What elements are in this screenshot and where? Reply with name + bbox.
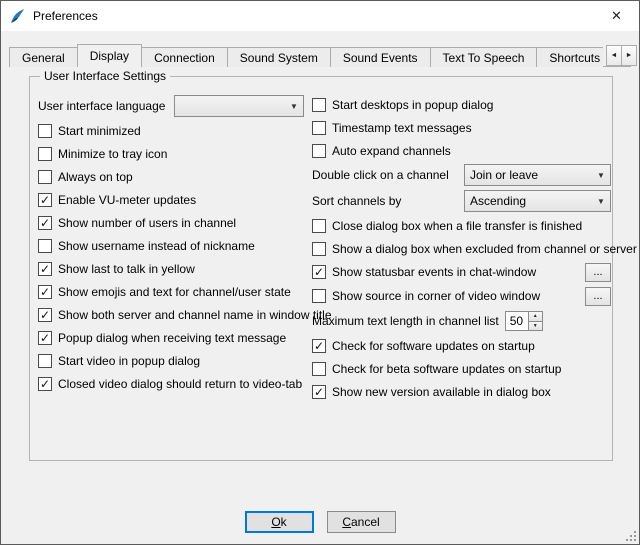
checkbox-box[interactable]: ✓ — [38, 216, 52, 230]
group-title: User Interface Settings — [40, 69, 170, 83]
double-click-row: Double click on a channel Join or leave … — [312, 162, 611, 188]
language-select[interactable]: ▼ — [174, 95, 304, 117]
cancel-button[interactable]: Cancel — [327, 511, 396, 533]
checkbox-video-popup[interactable]: Start video in popup dialog — [38, 349, 304, 372]
checkbox-box[interactable] — [312, 242, 326, 256]
tab-scrollers: ◄ ► — [607, 45, 637, 66]
tab-display[interactable]: Display — [77, 44, 142, 67]
checkbox-box[interactable]: ✓ — [312, 385, 326, 399]
checkbox-box[interactable]: ✓ — [312, 339, 326, 353]
checkbox-box[interactable]: ✓ — [38, 193, 52, 207]
user-interface-settings-group: User Interface Settings User interface l… — [29, 76, 613, 461]
checkbox-timestamp-messages[interactable]: Timestamp text messages — [312, 116, 611, 139]
right-column: Start desktops in popup dialog Timestamp… — [312, 93, 611, 403]
tab-text-to-speech[interactable]: Text To Speech — [430, 47, 538, 67]
checkbox-box[interactable]: ✓ — [38, 308, 52, 322]
checkbox-box[interactable] — [38, 239, 52, 253]
checkbox-dialog-when-excluded[interactable]: Show a dialog box when excluded from cha… — [312, 237, 611, 260]
chevron-down-icon: ▼ — [592, 197, 610, 206]
dialog-footer: Ok Cancel — [1, 511, 639, 533]
checkbox-box[interactable]: ✓ — [38, 377, 52, 391]
checkbox-start-minimized[interactable]: Start minimized — [38, 119, 304, 142]
checkbox-box[interactable] — [38, 147, 52, 161]
checkbox-box[interactable] — [38, 354, 52, 368]
checkbox-always-on-top[interactable]: Always on top — [38, 165, 304, 188]
statusbar-events-row: ✓ Show statusbar events in chat-window .… — [312, 260, 611, 284]
max-text-length-spinner: 50 ▲ ▼ — [505, 311, 543, 331]
left-column: User interface language ▼ Start minimize… — [38, 93, 304, 395]
tab-general[interactable]: General — [9, 47, 78, 67]
checkbox-box[interactable] — [312, 362, 326, 376]
checkbox-emojis-text-state[interactable]: ✓Show emojis and text for channel/user s… — [38, 280, 304, 303]
tab-sound-system[interactable]: Sound System — [227, 47, 331, 67]
checkbox-box[interactable] — [38, 124, 52, 138]
checkbox-popup-text-message[interactable]: ✓Popup dialog when receiving text messag… — [38, 326, 304, 349]
preferences-dialog: Preferences ✕ General Display Connection… — [0, 0, 640, 545]
sort-channels-row: Sort channels by Ascending ▼ — [312, 188, 611, 214]
checkbox-vu-meter[interactable]: ✓Enable VU-meter updates — [38, 188, 304, 211]
titlebar[interactable]: Preferences ✕ — [1, 1, 639, 31]
checkbox-server-channel-in-title[interactable]: ✓Show both server and channel name in wi… — [38, 303, 304, 326]
checkbox-new-version-dialog[interactable]: ✓Show new version available in dialog bo… — [312, 380, 611, 403]
max-text-length-value[interactable]: 50 — [505, 311, 529, 331]
language-label: User interface language — [38, 99, 165, 113]
window-title: Preferences — [33, 9, 98, 23]
checkbox-box[interactable]: ✓ — [38, 331, 52, 345]
resize-grip[interactable] — [624, 529, 637, 542]
checkbox-minimize-to-tray[interactable]: Minimize to tray icon — [38, 142, 304, 165]
checkbox-desktops-popup[interactable]: Start desktops in popup dialog — [312, 93, 611, 116]
double-click-select[interactable]: Join or leave ▼ — [464, 164, 611, 186]
checkbox-box[interactable] — [312, 289, 326, 303]
language-row: User interface language ▼ — [38, 93, 304, 119]
checkbox-close-on-transfer-finished[interactable]: Close dialog box when a file transfer is… — [312, 214, 611, 237]
tab-bar: General Display Connection Sound System … — [9, 44, 603, 67]
checkbox-last-to-talk-yellow[interactable]: ✓Show last to talk in yellow — [38, 257, 304, 280]
video-source-more-button[interactable]: ... — [585, 287, 611, 306]
statusbar-events-more-button[interactable]: ... — [585, 263, 611, 282]
max-text-length-label: Maximum text length in channel list — [312, 314, 499, 328]
double-click-label: Double click on a channel — [312, 168, 449, 182]
ok-button[interactable]: Ok — [245, 511, 314, 533]
tab-scroll-right-icon[interactable]: ► — [621, 45, 637, 66]
checkbox-box[interactable] — [312, 121, 326, 135]
sort-channels-select[interactable]: Ascending ▼ — [464, 190, 611, 212]
tab-shortcuts[interactable]: Shortcuts — [536, 47, 603, 67]
tab-sound-events[interactable]: Sound Events — [330, 47, 431, 67]
checkbox-box[interactable]: ✓ — [38, 285, 52, 299]
tab-connection[interactable]: Connection — [141, 47, 228, 67]
checkbox-check-beta-updates[interactable]: Check for beta software updates on start… — [312, 357, 611, 380]
checkbox-box[interactable] — [312, 219, 326, 233]
checkbox-username-instead-nickname[interactable]: Show username instead of nickname — [38, 234, 304, 257]
checkbox-box[interactable]: ✓ — [38, 262, 52, 276]
video-source-row: Show source in corner of video window ..… — [312, 284, 611, 308]
sort-channels-label: Sort channels by — [312, 194, 401, 208]
chevron-down-icon: ▼ — [285, 102, 303, 111]
checkbox-closed-video-return[interactable]: ✓Closed video dialog should return to vi… — [38, 372, 304, 395]
spin-down-icon[interactable]: ▼ — [528, 321, 543, 332]
tab-scroll-left-icon[interactable]: ◄ — [606, 45, 622, 66]
app-logo-icon — [9, 8, 26, 25]
chevron-down-icon: ▼ — [592, 171, 610, 180]
checkbox-check-updates[interactable]: ✓Check for software updates on startup — [312, 334, 611, 357]
checkbox-user-count[interactable]: ✓Show number of users in channel — [38, 211, 304, 234]
checkbox-box[interactable]: ✓ — [312, 265, 326, 279]
close-icon[interactable]: ✕ — [594, 1, 639, 30]
checkbox-box[interactable] — [312, 144, 326, 158]
checkbox-box[interactable] — [38, 170, 52, 184]
max-text-length-row: Maximum text length in channel list 50 ▲… — [312, 308, 611, 334]
checkbox-auto-expand-channels[interactable]: Auto expand channels — [312, 139, 611, 162]
checkbox-box[interactable] — [312, 98, 326, 112]
